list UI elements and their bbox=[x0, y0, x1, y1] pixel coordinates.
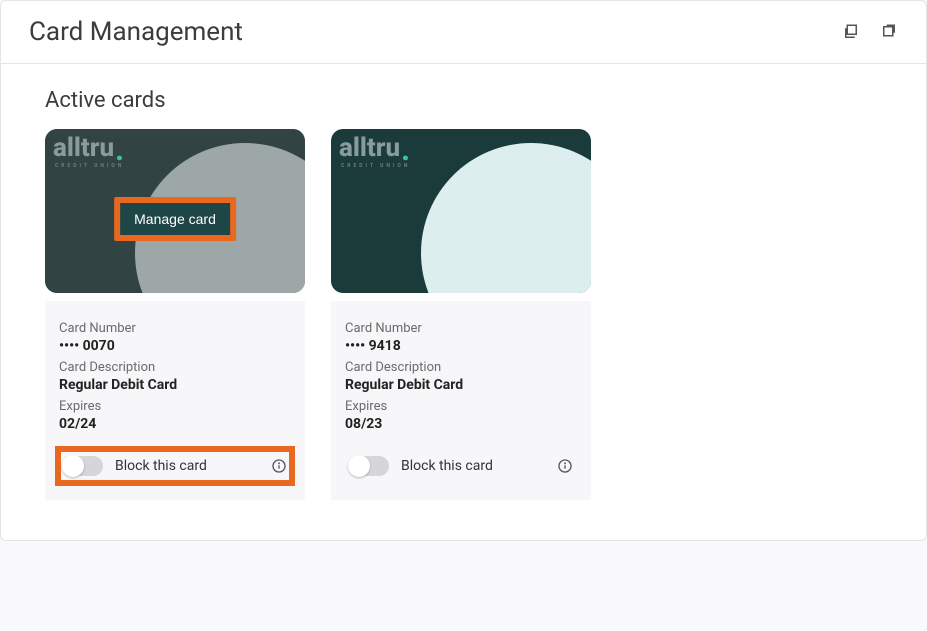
card-description-label: Card Description bbox=[345, 360, 577, 375]
brand-name: alltru bbox=[339, 135, 400, 161]
card-decor-circle bbox=[421, 143, 591, 293]
cards-row: alltru. CREDIT UNION Manage card Card Nu… bbox=[45, 129, 882, 500]
expires-label: Expires bbox=[345, 399, 577, 414]
card-details: Card Number •••• 0070 Card Description R… bbox=[45, 301, 305, 500]
block-card-toggle[interactable] bbox=[349, 456, 389, 476]
block-card-label: Block this card bbox=[115, 458, 259, 474]
card-item: alltru. CREDIT UNION Card Number •••• 94… bbox=[331, 129, 591, 500]
expand-icon[interactable] bbox=[880, 23, 898, 41]
expires-label: Expires bbox=[59, 399, 291, 414]
card-visual[interactable]: alltru. CREDIT UNION bbox=[331, 129, 591, 293]
card-number-value: •••• 0070 bbox=[59, 338, 291, 354]
card-description-value: Regular Debit Card bbox=[345, 377, 577, 393]
manage-card-button[interactable]: Manage card bbox=[120, 203, 230, 235]
card-number-value: •••• 9418 bbox=[345, 338, 577, 354]
section-title: Active cards bbox=[45, 88, 882, 113]
card-visual[interactable]: alltru. CREDIT UNION Manage card bbox=[45, 129, 305, 293]
block-card-label: Block this card bbox=[401, 458, 545, 474]
brand-sub: CREDIT UNION bbox=[55, 163, 124, 169]
brand-logo: alltru. bbox=[339, 135, 410, 161]
toggle-knob bbox=[348, 455, 370, 477]
card-management-widget: Card Management Active cards bbox=[0, 0, 927, 541]
brand-dot: . bbox=[401, 140, 410, 161]
brand-sub: CREDIT UNION bbox=[341, 163, 410, 169]
toggle-knob bbox=[62, 455, 84, 477]
block-card-row: Block this card bbox=[59, 450, 291, 482]
card-description-label: Card Description bbox=[59, 360, 291, 375]
info-icon[interactable] bbox=[271, 458, 287, 474]
collapse-icon[interactable] bbox=[842, 23, 860, 41]
card-description-value: Regular Debit Card bbox=[59, 377, 291, 393]
card-details: Card Number •••• 9418 Card Description R… bbox=[331, 301, 591, 500]
widget-body: Active cards alltru. CREDIT UNION Manage… bbox=[1, 64, 926, 540]
info-icon[interactable] bbox=[557, 458, 573, 474]
card-number-label: Card Number bbox=[345, 321, 577, 336]
page-title: Card Management bbox=[29, 17, 243, 47]
card-number-label: Card Number bbox=[59, 321, 291, 336]
card-item: alltru. CREDIT UNION Manage card Card Nu… bbox=[45, 129, 305, 500]
header-actions bbox=[842, 23, 898, 41]
manage-card-highlight: Manage card bbox=[114, 197, 236, 241]
block-card-row: Block this card bbox=[345, 450, 577, 482]
brand-name: alltru bbox=[53, 135, 114, 161]
block-card-toggle[interactable] bbox=[63, 456, 103, 476]
expires-value: 02/24 bbox=[59, 416, 291, 432]
brand-logo: alltru. bbox=[53, 135, 124, 161]
brand-dot: . bbox=[115, 140, 124, 161]
widget-header: Card Management bbox=[1, 1, 926, 64]
expires-value: 08/23 bbox=[345, 416, 577, 432]
